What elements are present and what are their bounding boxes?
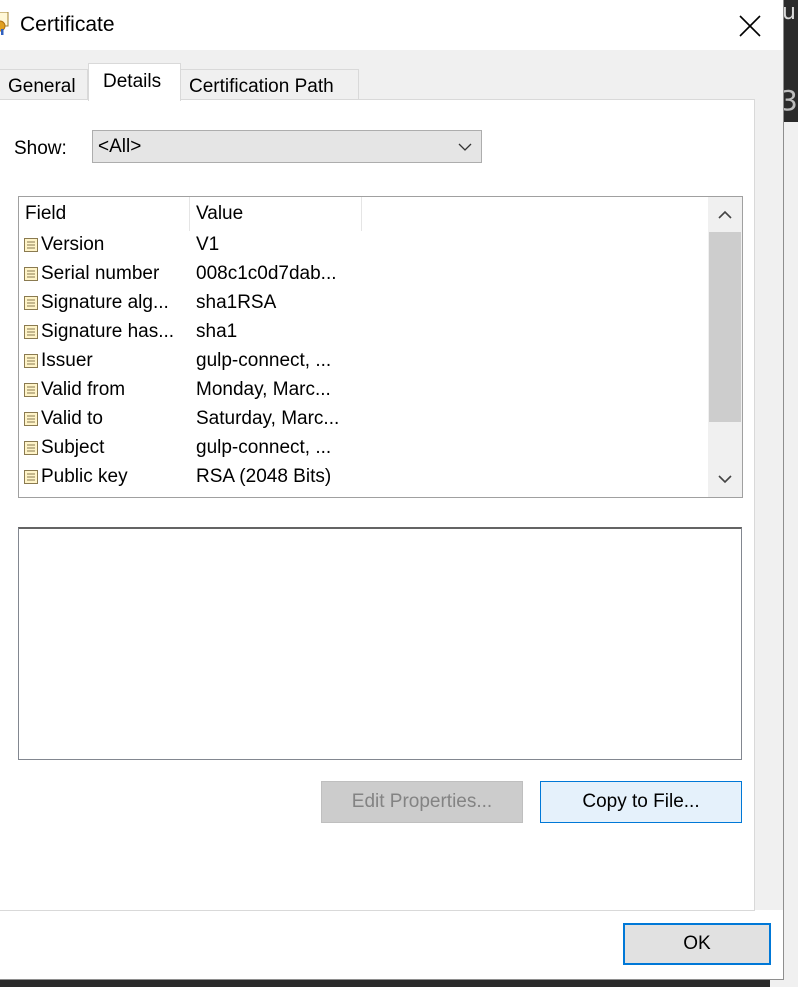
field-name: Valid from xyxy=(41,379,126,400)
close-icon xyxy=(739,15,761,37)
field-name: Serial number xyxy=(41,263,160,284)
list-row-valid-from[interactable]: Valid from Monday, Marc... xyxy=(19,377,709,406)
document-icon xyxy=(24,267,38,281)
field-name: Signature has... xyxy=(41,321,175,342)
document-icon xyxy=(24,412,38,426)
field-name: Issuer xyxy=(41,350,93,371)
background-text: u xyxy=(782,0,796,25)
certificate-dialog: Certificate General Details Certificatio… xyxy=(0,0,784,980)
field-value: gulp-connect, ... xyxy=(196,437,332,458)
title-bar[interactable]: Certificate xyxy=(0,0,783,50)
list-row-signature-algorithm[interactable]: Signature alg... sha1RSA xyxy=(19,290,709,319)
document-icon xyxy=(24,383,38,397)
copy-to-file-button[interactable]: Copy to File... xyxy=(540,781,742,823)
field-value: sha1RSA xyxy=(196,292,277,313)
column-header-field-label: Field xyxy=(25,203,67,224)
list-row-issuer[interactable]: Issuer gulp-connect, ... xyxy=(19,348,709,377)
list-row-serial-number[interactable]: Serial number 008c1c0d7dab... xyxy=(19,261,709,290)
document-icon xyxy=(24,470,38,484)
field-value: Saturday, Marc... xyxy=(196,408,340,429)
ok-button[interactable]: OK xyxy=(623,923,771,965)
list-row-valid-to[interactable]: Valid to Saturday, Marc... xyxy=(19,406,709,435)
chevron-up-icon xyxy=(718,210,732,219)
show-dropdown-value: <All> xyxy=(98,136,142,157)
column-header-value-label: Value xyxy=(196,203,244,224)
tab-details-label: Details xyxy=(103,71,162,92)
tab-strip: General Details Certification Path xyxy=(0,63,783,101)
vertical-scrollbar[interactable] xyxy=(708,197,742,497)
show-label: Show: xyxy=(14,138,67,159)
document-icon xyxy=(24,325,38,339)
close-button[interactable] xyxy=(728,8,772,44)
field-value: V1 xyxy=(196,234,220,255)
field-name: Subject xyxy=(41,437,105,458)
field-detail-textbox[interactable] xyxy=(18,527,742,760)
scroll-up-button[interactable] xyxy=(708,197,742,231)
tab-general[interactable]: General xyxy=(0,69,88,100)
tab-details[interactable]: Details xyxy=(88,63,181,101)
scrollbar-thumb[interactable] xyxy=(709,232,741,422)
chevron-down-icon xyxy=(458,143,472,151)
list-header: Field Value xyxy=(19,197,709,231)
tab-certification-path-label: Certification Path xyxy=(189,76,334,97)
document-icon xyxy=(24,441,38,455)
field-name: Public key xyxy=(41,466,128,487)
field-name: Signature alg... xyxy=(41,292,169,313)
edit-properties-button[interactable]: Edit Properties... xyxy=(321,781,523,823)
list-row-subject[interactable]: Subject gulp-connect, ... xyxy=(19,435,709,464)
column-header-field[interactable]: Field xyxy=(19,197,190,231)
certificate-icon xyxy=(0,12,9,35)
document-icon xyxy=(24,354,38,368)
list-rows: Version V1 Serial number 008c1c0d7dab...… xyxy=(19,232,709,493)
field-value: RSA (2048 Bits) xyxy=(196,466,332,487)
field-value: Monday, Marc... xyxy=(196,379,331,400)
column-header-value[interactable]: Value xyxy=(190,197,362,231)
chevron-down-icon xyxy=(718,475,732,484)
tab-certification-path[interactable]: Certification Path xyxy=(180,69,359,100)
field-value: gulp-connect, ... xyxy=(196,350,332,371)
window-title: Certificate xyxy=(20,13,115,36)
document-icon xyxy=(24,296,38,310)
scroll-down-button[interactable] xyxy=(708,463,742,497)
field-value: 008c1c0d7dab... xyxy=(196,263,337,284)
field-name: Version xyxy=(41,234,105,255)
field-value: sha1 xyxy=(196,321,238,342)
document-icon xyxy=(24,238,38,252)
list-row-public-key[interactable]: Public key RSA (2048 Bits) xyxy=(19,464,709,493)
show-dropdown[interactable]: <All> xyxy=(92,130,482,163)
field-list[interactable]: Field Value Version V1 Serial number 008… xyxy=(18,196,743,498)
tab-general-label: General xyxy=(8,76,76,97)
field-name: Valid to xyxy=(41,408,103,429)
list-row-signature-hash[interactable]: Signature has... sha1 xyxy=(19,319,709,348)
list-row-version[interactable]: Version V1 xyxy=(19,232,709,261)
